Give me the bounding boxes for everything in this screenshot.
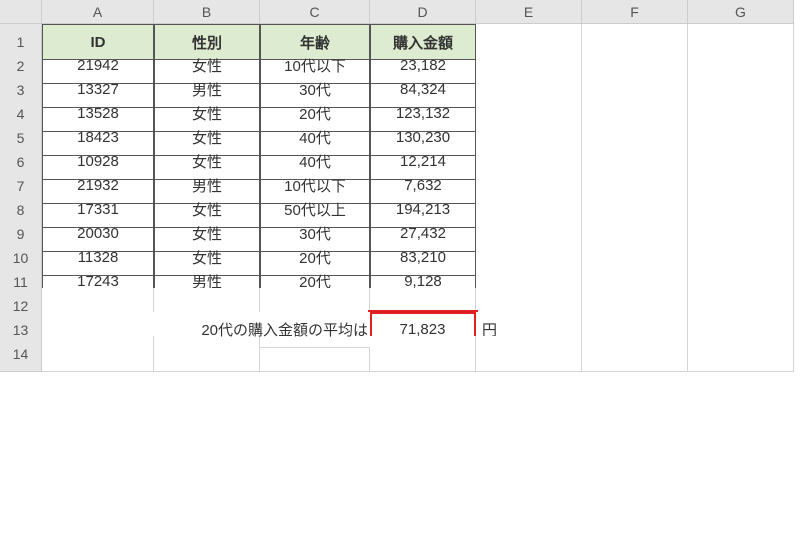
cell-blank[interactable] (688, 336, 794, 372)
col-header-b[interactable]: B (154, 0, 260, 24)
select-all-corner[interactable] (0, 0, 42, 24)
cell-blank[interactable] (154, 336, 260, 372)
spreadsheet-grid[interactable]: A B C D E F G 1 ID 性別 年齢 購入金額 2 21942 女性… (0, 0, 800, 360)
col-header-e[interactable]: E (476, 0, 582, 24)
cell-blank[interactable] (476, 336, 582, 372)
col-header-a[interactable]: A (42, 0, 154, 24)
col-header-f[interactable]: F (582, 0, 688, 24)
row-header-14[interactable]: 14 (0, 336, 42, 372)
col-header-g[interactable]: G (688, 0, 794, 24)
cell-blank[interactable] (370, 336, 476, 372)
cell-blank[interactable] (582, 336, 688, 372)
col-header-c[interactable]: C (260, 0, 370, 24)
summary-label[interactable]: 20代の購入金額の平均は (260, 312, 370, 348)
col-header-d[interactable]: D (370, 0, 476, 24)
cell-blank[interactable] (42, 336, 154, 372)
